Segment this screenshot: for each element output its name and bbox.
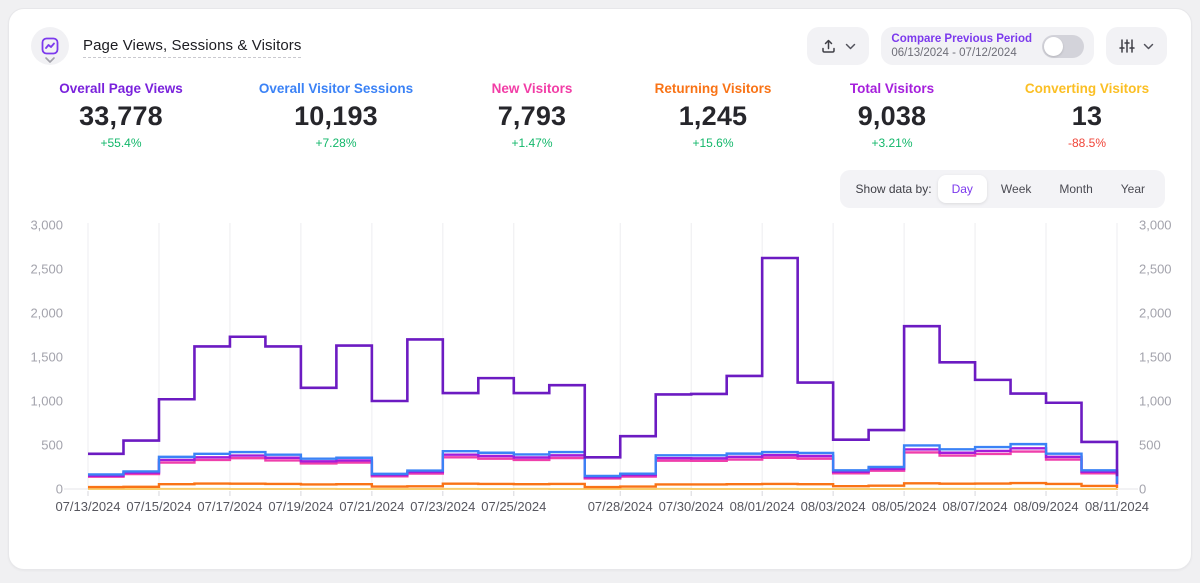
metric-label: Converting Visitors xyxy=(983,81,1191,96)
metric-returning-visitors[interactable]: Returning Visitors 1,245 +15.6% xyxy=(625,81,801,150)
chart-line-icon xyxy=(40,36,60,56)
svg-text:2,500: 2,500 xyxy=(1139,262,1172,277)
metric-overall-visitor-sessions[interactable]: Overall Visitor Sessions 10,193 +7.28% xyxy=(233,81,439,150)
show-data-by-label: Show data by: xyxy=(856,182,932,196)
compare-toggle[interactable] xyxy=(1042,35,1084,58)
metric-converting-visitors[interactable]: Converting Visitors 13 -88.5% xyxy=(983,81,1191,150)
svg-text:07/17/2024: 07/17/2024 xyxy=(197,499,262,514)
svg-text:07/30/2024: 07/30/2024 xyxy=(659,499,724,514)
sliders-icon xyxy=(1119,38,1135,54)
compare-label: Compare Previous Period xyxy=(891,32,1032,46)
metric-label: Overall Page Views xyxy=(9,81,233,96)
svg-text:1,000: 1,000 xyxy=(30,394,63,409)
metric-overall-page-views[interactable]: Overall Page Views 33,778 +55.4% xyxy=(9,81,233,150)
svg-text:08/09/2024: 08/09/2024 xyxy=(1013,499,1078,514)
svg-text:07/25/2024: 07/25/2024 xyxy=(481,499,546,514)
upload-icon xyxy=(820,38,837,55)
metrics-row: Overall Page Views 33,778 +55.4% Overall… xyxy=(9,81,1191,150)
header: Page Views, Sessions & Visitors Compare … xyxy=(9,9,1191,67)
metric-value: 1,245 xyxy=(625,101,801,132)
export-button[interactable] xyxy=(807,27,869,65)
svg-text:2,000: 2,000 xyxy=(1139,306,1172,321)
chevron-down-icon xyxy=(44,56,56,64)
show-data-by-control: Show data by: Day Week Month Year xyxy=(840,170,1165,208)
chevron-down-icon xyxy=(845,43,856,50)
svg-text:07/13/2024: 07/13/2024 xyxy=(55,499,120,514)
svg-text:07/21/2024: 07/21/2024 xyxy=(339,499,404,514)
metric-value: 13 xyxy=(983,101,1191,132)
svg-text:2,000: 2,000 xyxy=(30,306,63,321)
svg-text:1,500: 1,500 xyxy=(1139,350,1172,365)
svg-text:08/01/2024: 08/01/2024 xyxy=(730,499,795,514)
tab-year[interactable]: Year xyxy=(1107,175,1159,203)
svg-text:3,000: 3,000 xyxy=(30,218,63,233)
show-data-by-row: Show data by: Day Week Month Year xyxy=(9,170,1191,208)
widget-icon[interactable] xyxy=(31,27,69,67)
metric-delta: +3.21% xyxy=(801,136,983,150)
svg-text:07/23/2024: 07/23/2024 xyxy=(410,499,475,514)
svg-text:1,000: 1,000 xyxy=(1139,394,1172,409)
metric-value: 7,793 xyxy=(439,101,625,132)
svg-text:08/03/2024: 08/03/2024 xyxy=(801,499,866,514)
metric-delta: +1.47% xyxy=(439,136,625,150)
metric-delta: +7.28% xyxy=(233,136,439,150)
svg-text:0: 0 xyxy=(1139,482,1146,497)
svg-text:08/11/2024: 08/11/2024 xyxy=(1085,499,1149,514)
svg-text:07/19/2024: 07/19/2024 xyxy=(268,499,333,514)
chevron-down-icon xyxy=(1143,43,1154,50)
svg-text:0: 0 xyxy=(56,482,63,497)
metric-delta: +55.4% xyxy=(9,136,233,150)
page-title: Page Views, Sessions & Visitors xyxy=(83,37,301,58)
svg-text:08/07/2024: 08/07/2024 xyxy=(943,499,1008,514)
metric-delta: -88.5% xyxy=(983,136,1191,150)
compare-date-range: 06/13/2024 - 07/12/2024 xyxy=(891,46,1016,60)
chart-canvas[interactable]: 0 0 500 500 1,000 1,000 1,500 1,500 2,000 2,000 2,… xyxy=(9,217,1193,517)
compare-previous-period: Compare Previous Period 06/13/2024 - 07/… xyxy=(881,27,1094,65)
metric-label: New Visitors xyxy=(439,81,625,96)
tab-day[interactable]: Day xyxy=(938,175,987,203)
tab-month[interactable]: Month xyxy=(1045,175,1106,203)
metric-value: 10,193 xyxy=(233,101,439,132)
svg-text:3,000: 3,000 xyxy=(1139,218,1172,233)
tab-week[interactable]: Week xyxy=(987,175,1045,203)
svg-text:2,500: 2,500 xyxy=(30,262,63,277)
metric-label: Returning Visitors xyxy=(625,81,801,96)
svg-text:500: 500 xyxy=(1139,438,1161,453)
svg-text:500: 500 xyxy=(41,438,63,453)
svg-text:1,500: 1,500 xyxy=(30,350,63,365)
metric-label: Total Visitors xyxy=(801,81,983,96)
toggle-knob xyxy=(1044,37,1063,56)
chart: 0 0 500 500 1,000 1,000 1,500 1,500 2,000 2,000 2,… xyxy=(9,217,1191,522)
svg-text:07/15/2024: 07/15/2024 xyxy=(126,499,191,514)
metric-value: 9,038 xyxy=(801,101,983,132)
svg-text:08/05/2024: 08/05/2024 xyxy=(872,499,937,514)
metric-delta: +15.6% xyxy=(625,136,801,150)
svg-text:07/28/2024: 07/28/2024 xyxy=(588,499,653,514)
metric-total-visitors[interactable]: Total Visitors 9,038 +3.21% xyxy=(801,81,983,150)
metric-label: Overall Visitor Sessions xyxy=(233,81,439,96)
widget-card: Page Views, Sessions & Visitors Compare … xyxy=(8,8,1192,570)
metric-value: 33,778 xyxy=(9,101,233,132)
filter-button[interactable] xyxy=(1106,27,1167,65)
metric-new-visitors[interactable]: New Visitors 7,793 +1.47% xyxy=(439,81,625,150)
